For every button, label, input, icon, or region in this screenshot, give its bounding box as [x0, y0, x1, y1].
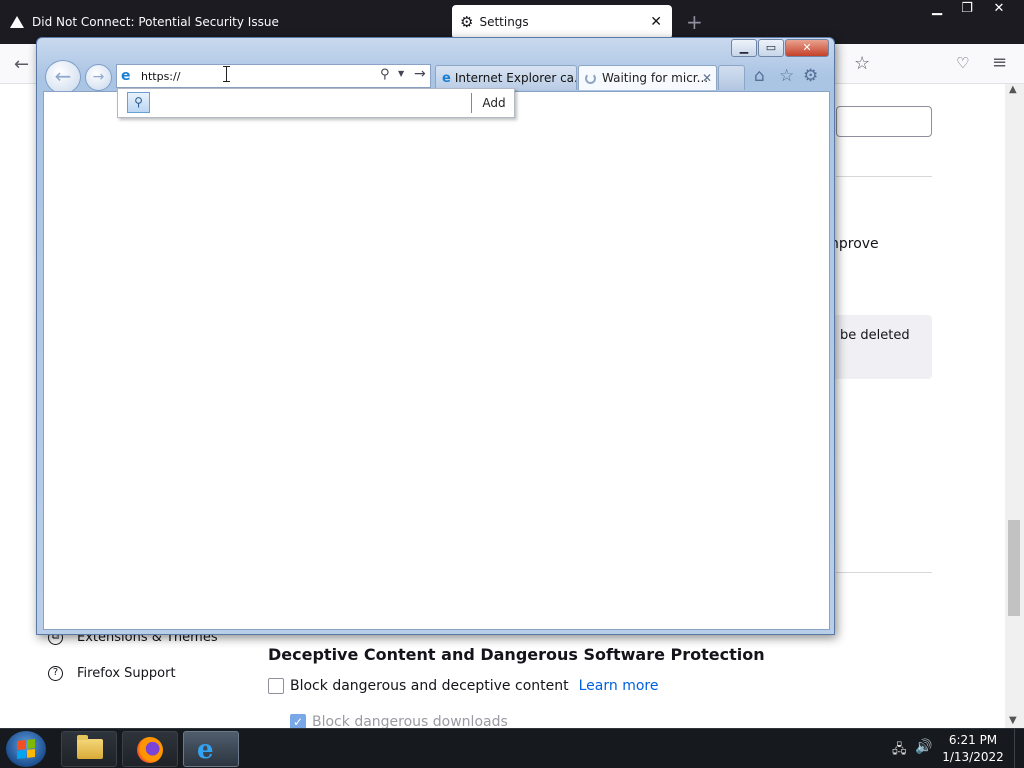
tab-label: Internet Explorer ca... [454, 71, 577, 85]
search-icon[interactable]: ⚲ [380, 67, 390, 82]
forward-arrow-icon[interactable]: → [85, 64, 112, 91]
scroll-down-icon[interactable]: ▼ [1009, 715, 1017, 726]
back-arrow-icon[interactable]: ← [45, 60, 81, 94]
settings-search-input[interactable] [836, 106, 932, 137]
window-close-button[interactable]: ✕ [982, 0, 1016, 20]
divider [836, 572, 932, 573]
loading-spinner-icon [585, 72, 596, 84]
bookmark-star-icon[interactable]: ☆ [854, 53, 870, 74]
volume-icon[interactable]: 🔊 [915, 739, 932, 755]
internet-explorer-window: ▁ ▭ ✕ ← → e ⚲ ▼ → e Internet Explorer ca… [36, 37, 835, 635]
ie-page-icon: e [121, 68, 131, 84]
ie-new-tab-button[interactable] [718, 65, 745, 90]
address-suggestion-dropdown: ⚲ Add [117, 88, 515, 118]
info-box: be deleted [830, 315, 932, 379]
ie-minimize-button[interactable]: ▁ [731, 39, 757, 57]
tab-label: Waiting for micr... [602, 71, 709, 85]
page-scrollbar[interactable]: ▲ ▼ [1005, 84, 1024, 728]
ie-page-icon: e [442, 70, 451, 86]
ie-page-content [43, 91, 830, 630]
window-minimize-button[interactable]: ▁ [920, 0, 954, 20]
sidebar-item-label: Firefox Support [77, 666, 176, 681]
window-restore-button[interactable]: ❐ [950, 0, 984, 20]
network-icon[interactable]: 🖧 [892, 740, 907, 762]
divider [471, 93, 472, 113]
close-tab-icon[interactable]: ✕ [702, 71, 712, 85]
go-arrow-icon[interactable]: → [414, 66, 426, 82]
learn-more-link[interactable]: Learn more [579, 678, 659, 694]
ie-close-button[interactable]: ✕ [785, 39, 829, 57]
favorites-star-icon[interactable]: ☆ [779, 66, 794, 86]
sidebar-item-support[interactable]: ? Firefox Support [48, 666, 176, 681]
search-icon[interactable]: ⚲ [127, 92, 150, 113]
ie-tab-cannot-display[interactable]: e Internet Explorer ca... [435, 65, 577, 90]
partial-text-deleted: be deleted [840, 328, 910, 343]
show-desktop-button[interactable] [1014, 729, 1024, 768]
taskbar-file-explorer[interactable] [61, 731, 117, 767]
text-cursor-icon [223, 66, 230, 82]
clock-date[interactable]: 1/13/2022 [940, 750, 1006, 764]
tab-label: Did Not Connect: Potential Security Issu… [32, 15, 279, 29]
address-input[interactable] [141, 68, 341, 84]
scroll-thumb[interactable] [1008, 520, 1020, 616]
windows-logo-icon [17, 739, 35, 759]
scroll-up-icon[interactable]: ▲ [1009, 84, 1017, 95]
divider [836, 176, 932, 177]
chevron-down-icon[interactable]: ▼ [398, 69, 404, 78]
ie-tab-waiting[interactable]: Waiting for micr... ✕ [578, 65, 717, 90]
address-bar[interactable]: e ⚲ ▼ → [116, 64, 431, 88]
back-arrow-icon[interactable]: ← [14, 54, 29, 75]
block-dangerous-checkbox[interactable] [268, 678, 284, 694]
partial-text-improve: nprove [830, 236, 879, 252]
taskbar-internet-explorer[interactable]: e [183, 731, 239, 767]
help-icon: ? [48, 666, 63, 681]
firefox-icon [137, 737, 163, 763]
ie-maximize-button[interactable]: ▭ [758, 39, 784, 57]
new-tab-icon[interactable]: + [686, 10, 703, 34]
start-button[interactable] [6, 731, 46, 767]
close-tab-icon[interactable]: ✕ [650, 14, 662, 30]
home-icon[interactable]: ⌂ [754, 66, 765, 86]
tab-label: Settings [479, 15, 529, 29]
windows-taskbar: e 🖧 🔊 6:21 PM 1/13/2022 [0, 728, 1024, 768]
block-dangerous-row: Block dangerous and deceptive content Le… [268, 678, 658, 694]
clock-time[interactable]: 6:21 PM [940, 733, 1006, 747]
warning-icon [10, 16, 24, 28]
block-dangerous-label[interactable]: Block dangerous and deceptive content [290, 678, 569, 694]
gear-icon: ⚙ [460, 13, 474, 31]
gear-icon[interactable]: ⚙ [803, 66, 818, 86]
add-button[interactable]: Add [476, 92, 512, 114]
hamburger-menu-icon[interactable]: ≡ [992, 52, 1007, 73]
taskbar-firefox[interactable] [122, 731, 178, 767]
section-title: Deceptive Content and Dangerous Software… [268, 645, 765, 664]
firefox-tab-settings[interactable]: ⚙ Settings ✕ [452, 5, 672, 39]
pocket-icon[interactable]: ♡ [956, 54, 969, 72]
internet-explorer-icon: e [197, 735, 214, 765]
folder-icon [77, 735, 103, 759]
